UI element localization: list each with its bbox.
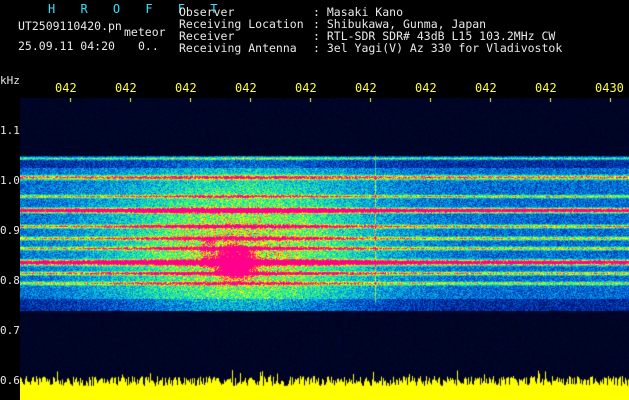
x-tick-2: 042 — [115, 81, 137, 95]
x-tick-1: 042 — [55, 81, 77, 95]
x-tick-4: 042 — [235, 81, 257, 95]
y-tick-1.0: 1.0 — [0, 174, 20, 187]
y-unit-label: kHz — [0, 74, 20, 87]
x-tick-6: 042 — [355, 81, 377, 95]
x-tick-7: 042 — [415, 81, 437, 95]
x-tick-9: 042 — [535, 81, 557, 95]
filename-label: UT2509110420.pn — [18, 19, 122, 33]
datetime-label: 25.09.11 04:20 — [18, 39, 115, 53]
x-tick-5: 042 — [295, 81, 317, 95]
x-tick-8: 042 — [475, 81, 497, 95]
field-label-antenna: Receiving Antenna — [179, 41, 297, 55]
y-tick-1.1: 1.1 — [0, 124, 20, 137]
extra-label: 0.. — [138, 39, 159, 53]
field-value-antenna: : 3el Yagi(V) Az 330 for Vladivostok — [313, 41, 563, 55]
y-tick-0.9: 0.9 — [0, 224, 20, 237]
y-tick-0.7: 0.7 — [0, 324, 20, 337]
spectrogram — [20, 98, 629, 400]
y-tick-0.8: 0.8 — [0, 274, 20, 287]
suffix-label: meteor — [124, 25, 166, 39]
x-tick-3: 042 — [175, 81, 197, 95]
y-tick-0.6: 0.6 — [0, 374, 20, 387]
x-tick-10: 0430 — [595, 81, 624, 95]
